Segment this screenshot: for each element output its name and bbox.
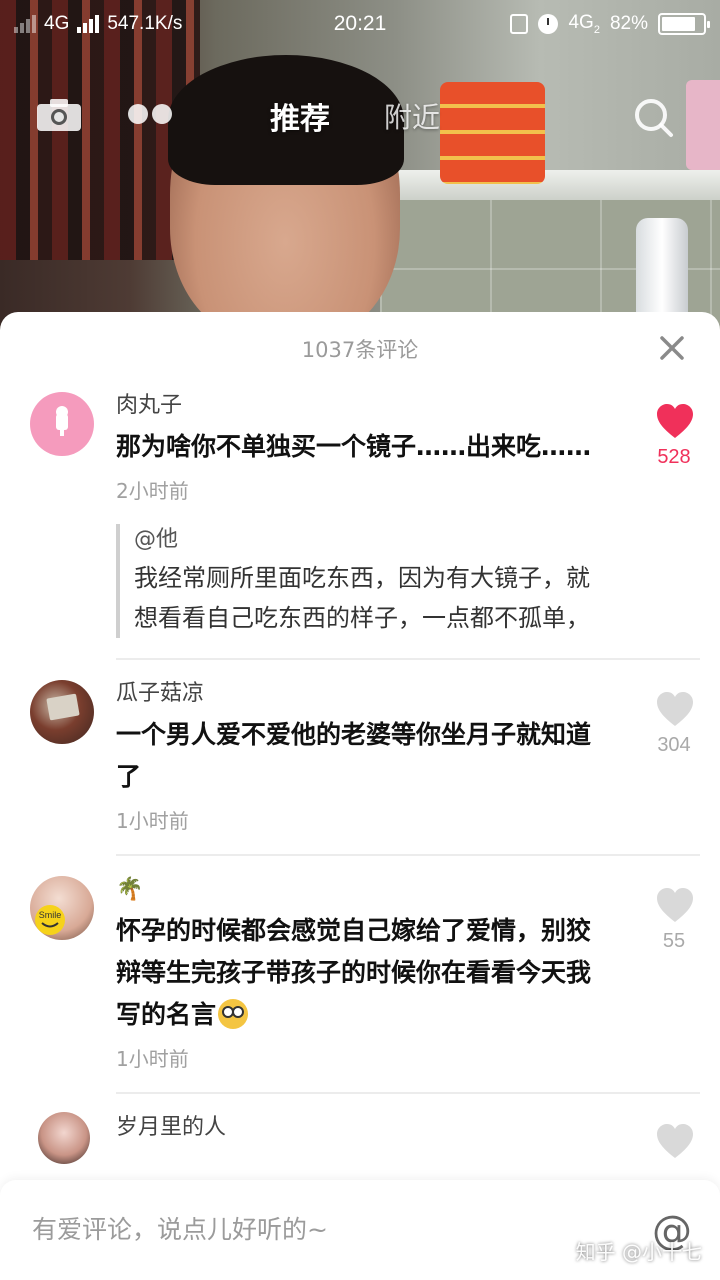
comment-input-bar: 有爱评论，说点儿好听的~ @ 知乎 @小十七 bbox=[0, 1180, 720, 1280]
heart-icon bbox=[657, 888, 693, 922]
signal-strength-icon bbox=[77, 15, 100, 33]
comment-time: 1小时前 bbox=[116, 1047, 189, 1071]
comment-item: 岁月里的人 bbox=[0, 1094, 720, 1164]
like-button[interactable] bbox=[656, 1124, 693, 1160]
heart-icon bbox=[657, 404, 693, 438]
heart-icon bbox=[657, 692, 693, 726]
like-button[interactable]: 304 bbox=[656, 692, 693, 757]
flushed-emoji-icon bbox=[218, 999, 249, 1029]
avatar[interactable] bbox=[38, 1112, 90, 1164]
comment-text: 那为啥你不单独买一个镜子……出来吃…… bbox=[116, 432, 592, 461]
comment-input[interactable]: 有爱评论，说点儿好听的~ bbox=[32, 1210, 328, 1246]
avatar-photo-icon bbox=[46, 693, 80, 721]
battery-icon bbox=[658, 12, 710, 35]
battery-percent: 82% bbox=[609, 12, 648, 34]
network-speed: 547.1K/s bbox=[107, 13, 183, 34]
video-background[interactable] bbox=[0, 0, 720, 340]
shelf-image bbox=[380, 170, 720, 204]
vibrate-icon bbox=[510, 13, 529, 34]
like-count: 304 bbox=[657, 734, 691, 756]
comment-time: 2小时前 bbox=[116, 479, 189, 503]
avatar-badge-text: Smile bbox=[39, 910, 62, 920]
comment-item: 肉丸子 那为啥你不单独买一个镜子……出来吃…… 2小时前 @他 我经常厕所里面吃… bbox=[0, 384, 720, 658]
avatar[interactable] bbox=[30, 392, 94, 456]
comment-username[interactable]: 瓜子菇凉 bbox=[116, 678, 610, 710]
comment-username[interactable]: 🌴 bbox=[116, 874, 610, 906]
watermark: 知乎 @小十七 bbox=[575, 1240, 702, 1264]
reply-username[interactable]: @他 bbox=[134, 524, 610, 556]
comment-text-content: 怀孕的时候都会感觉自己嫁给了爱情，别狡辩等生完孩子带孩子的时候你在看看今天我写的… bbox=[116, 916, 592, 1029]
clock: 20:21 bbox=[333, 12, 387, 35]
status-bar: 4G 547.1K/s 20:21 4G2 82% bbox=[0, 0, 720, 48]
tab-recommend[interactable]: 推荐 bbox=[270, 94, 330, 138]
comment-list: 肉丸子 那为啥你不单独买一个镜子……出来吃…… 2小时前 @他 我经常厕所里面吃… bbox=[0, 384, 720, 1164]
avatar[interactable]: Smile bbox=[30, 876, 94, 940]
tab-nearby[interactable]: 附近 bbox=[384, 96, 440, 136]
avatar-smile-icon: Smile bbox=[35, 905, 65, 935]
close-icon[interactable] bbox=[656, 332, 688, 364]
top-nav: 推荐 附近 bbox=[0, 90, 720, 142]
dots-icon[interactable] bbox=[128, 104, 172, 124]
comment-text: 一个男人爱不爱他的老婆等你坐月子就知道了 bbox=[116, 720, 592, 791]
like-button[interactable]: 528 bbox=[656, 404, 693, 469]
alarm-icon bbox=[538, 13, 559, 34]
comment-sheet: 1037条评论 肉丸子 那为啥你不单独买一个镜子……出来吃…… 2小时前 @他 … bbox=[0, 312, 720, 1280]
camera-icon[interactable] bbox=[36, 98, 82, 132]
comment-item: Smile 🌴 怀孕的时候都会感觉自己嫁给了爱情，别狡辩等生完孩子带孩子的时候你… bbox=[0, 856, 720, 1092]
like-button[interactable]: 55 bbox=[656, 888, 693, 953]
comment-username[interactable]: 岁月里的人 bbox=[116, 1112, 610, 1144]
heart-icon bbox=[657, 1124, 693, 1158]
network-type-2: 4G2 bbox=[568, 12, 600, 36]
like-count: 55 bbox=[662, 930, 686, 952]
reply-text: 我经常厕所里面吃东西，因为有大镜子，就想看看自己吃东西的样子，一点都不孤单， bbox=[134, 564, 590, 632]
comment-count: 1037条评论 bbox=[301, 338, 419, 362]
comment-username[interactable]: 肉丸子 bbox=[116, 390, 610, 422]
signal-icon bbox=[14, 15, 36, 33]
sheet-header: 1037条评论 bbox=[0, 312, 720, 384]
network-type-1: 4G bbox=[44, 13, 70, 34]
avatar[interactable] bbox=[30, 680, 94, 744]
search-icon[interactable] bbox=[632, 96, 674, 138]
like-count: 528 bbox=[657, 446, 691, 468]
reply-block: @他 我经常厕所里面吃东西，因为有大镜子，就想看看自己吃东西的样子，一点都不孤单… bbox=[116, 524, 610, 638]
avatar-cartoon-icon bbox=[56, 406, 68, 436]
comment-item: 瓜子菇凉 一个男人爱不爱他的老婆等你坐月子就知道了 1小时前 304 bbox=[0, 660, 720, 854]
comment-text: 怀孕的时候都会感觉自己嫁给了爱情，别狡辩等生完孩子带孩子的时候你在看看今天我写的… bbox=[116, 910, 610, 1036]
comment-time: 1小时前 bbox=[116, 809, 189, 833]
